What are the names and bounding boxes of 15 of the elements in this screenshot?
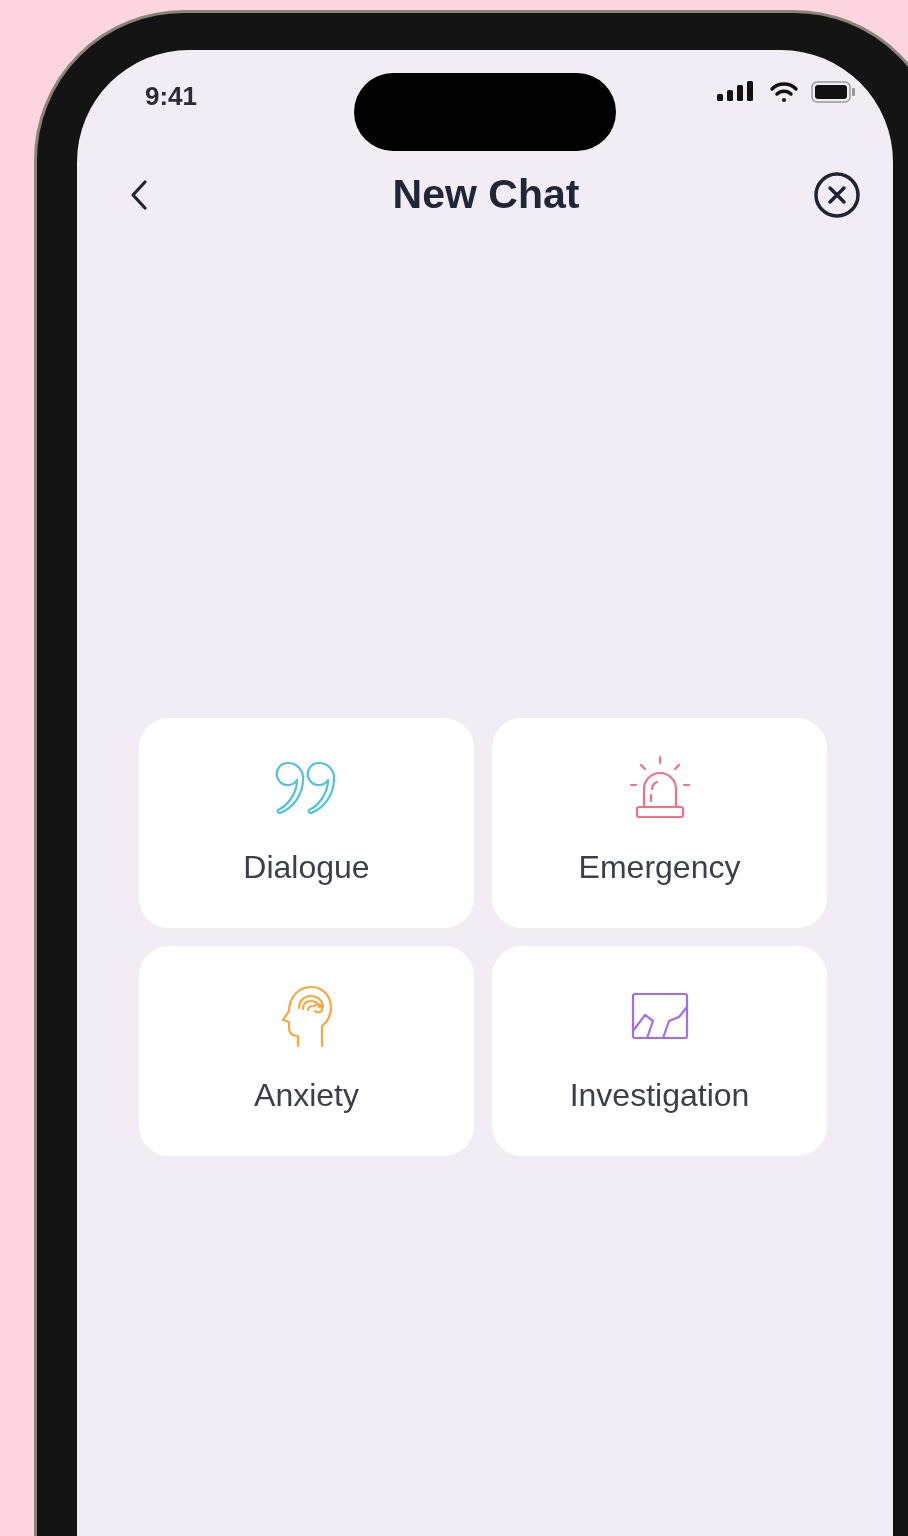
chevron-left-icon xyxy=(129,179,149,211)
category-label: Emergency xyxy=(578,848,741,887)
category-label: Anxiety xyxy=(254,1076,359,1115)
screen-title: New Chat xyxy=(392,170,580,220)
wifi-icon xyxy=(769,81,799,103)
status-time: 9:41 xyxy=(144,80,199,113)
close-icon xyxy=(813,171,861,219)
category-card[interactable]: Dialogue xyxy=(139,718,474,928)
category-label: Investigation xyxy=(569,1076,750,1115)
battery-icon xyxy=(811,81,855,103)
category-card[interactable]: Investigation xyxy=(492,946,827,1156)
close-button[interactable] xyxy=(811,169,863,221)
category-card[interactable]: Anxiety xyxy=(139,946,474,1156)
category-label: Dialogue xyxy=(243,848,370,887)
category-card[interactable]: Emergency xyxy=(492,718,827,928)
